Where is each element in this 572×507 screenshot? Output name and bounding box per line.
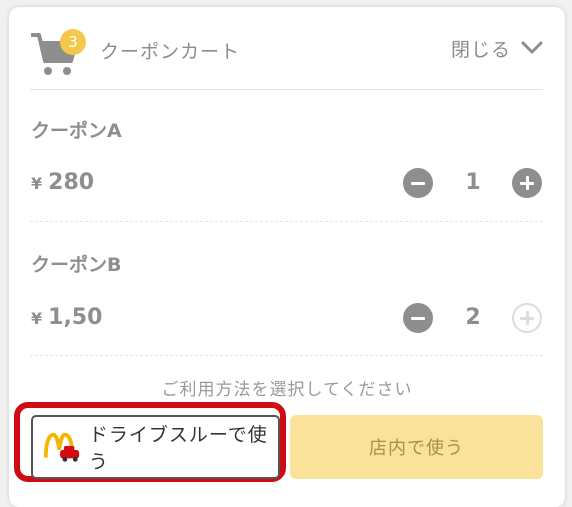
header-divider: [30, 89, 543, 90]
coupon-b-price: ¥1,50: [31, 305, 102, 330]
minus-icon: [411, 316, 425, 320]
minus-icon: [411, 181, 425, 185]
mcdonalds-drive-thru-icon: [43, 432, 80, 462]
plus-icon-vertical: [525, 311, 529, 325]
coupon-b-name: クーポンB: [31, 254, 122, 276]
cart-count-badge: 3: [60, 29, 86, 55]
coupon-a-quantity: 1: [465, 170, 481, 195]
drive-thru-button[interactable]: ドライブスルーで使う: [31, 415, 280, 479]
coupon-b-increase-button[interactable]: [512, 303, 542, 333]
coupon-a-decrease-button[interactable]: [403, 168, 433, 198]
coupon-a-name: クーポンA: [31, 120, 122, 142]
cart-title: クーポンカート: [100, 41, 241, 63]
coupon-a-price: ¥280: [31, 170, 94, 195]
cart-header: 3 クーポンカート 閉じる: [9, 7, 565, 89]
drive-thru-label: ドライブスルーで使う: [88, 424, 268, 473]
item-divider: [30, 221, 543, 222]
close-label: 閉じる: [450, 38, 511, 61]
coupon-a-increase-button[interactable]: [512, 168, 542, 198]
price-value: 1,50: [48, 305, 103, 330]
item-divider: [30, 355, 543, 356]
chevron-down-icon: [521, 41, 543, 54]
in-store-button[interactable]: 店内で使う: [290, 415, 543, 479]
plus-icon-vertical: [525, 176, 529, 190]
price-value: 280: [48, 170, 95, 195]
usage-hint: ご利用方法を選択してください: [161, 380, 413, 400]
currency-symbol: ¥: [31, 174, 43, 193]
coupon-b-decrease-button[interactable]: [403, 303, 433, 333]
coupon-b-quantity: 2: [465, 305, 481, 330]
currency-symbol: ¥: [31, 309, 43, 328]
in-store-label: 店内で使う: [369, 438, 464, 459]
coupon-cart-panel: 3 クーポンカート 閉じる クーポンA ¥280 1 クーポンB ¥1,50 2…: [9, 7, 565, 507]
close-button[interactable]: 閉じる: [451, 35, 543, 61]
